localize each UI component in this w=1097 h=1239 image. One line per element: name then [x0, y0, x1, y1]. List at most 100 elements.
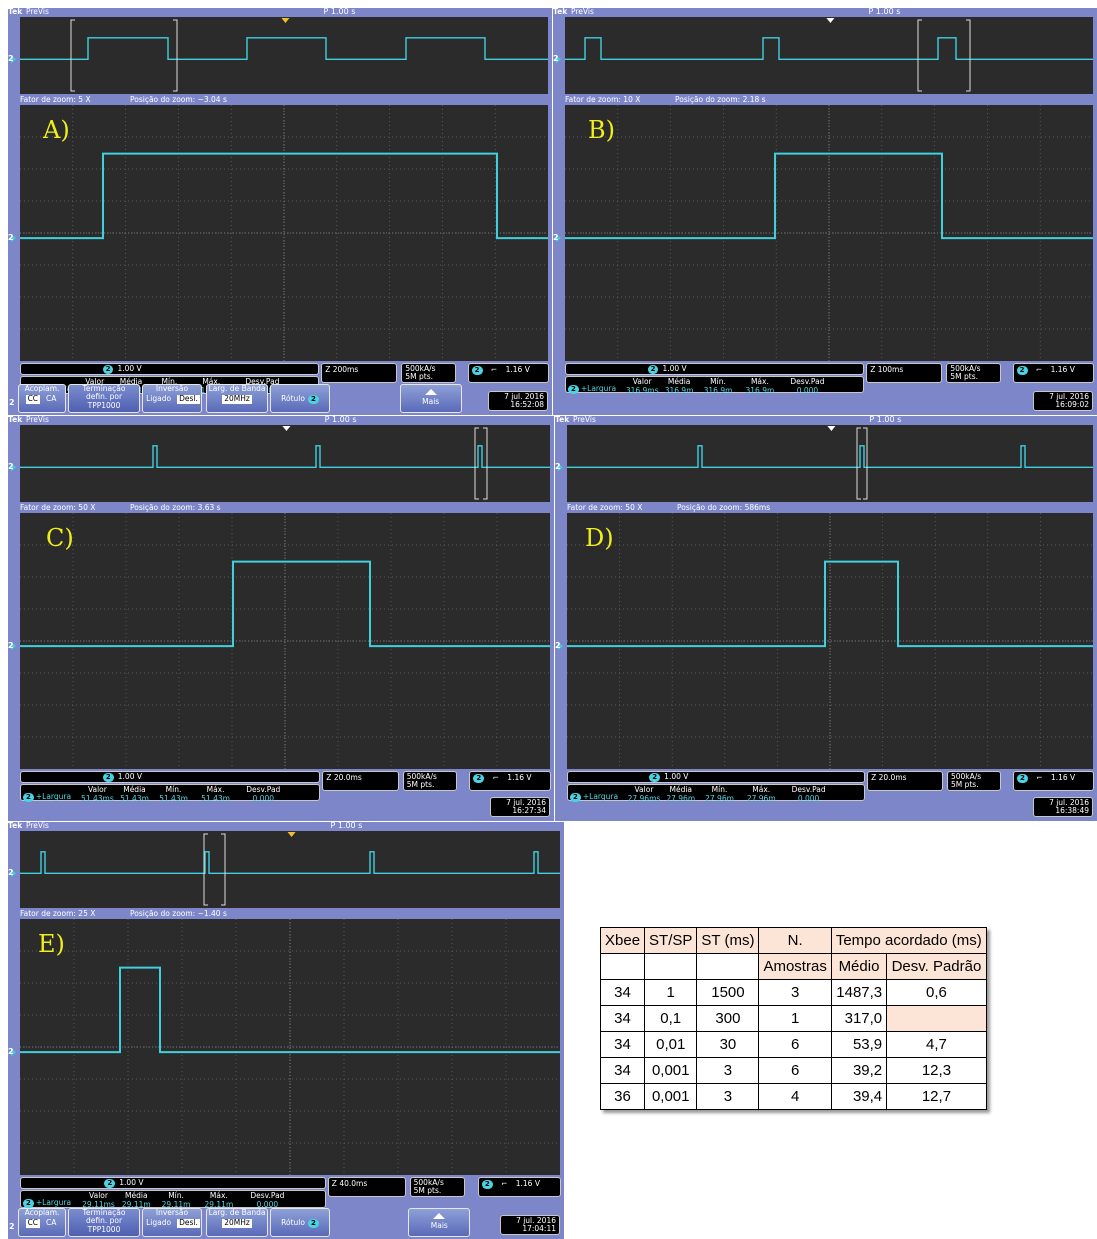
zoom-factor: Fator de zoom: 50 X: [20, 504, 95, 512]
channel-badge: 2: [647, 365, 659, 374]
record-length: 5M pts.: [950, 371, 978, 381]
opt-ca: CA: [46, 394, 57, 404]
channel-2-marker: 2: [555, 641, 561, 650]
meas-value: 29.11m: [204, 1199, 234, 1209]
mode-label: PreVis: [26, 416, 49, 424]
zoom-position-text: Posição do zoom: −3.04 s: [130, 95, 227, 104]
terminacao-button[interactable]: Terminação defin. por TPP1000: [68, 1208, 140, 1237]
cell-st: 30: [696, 1031, 760, 1058]
inversao-button[interactable]: Inversão Ligado Desl.: [142, 384, 202, 413]
col-tempo: Tempo acordado (ms): [830, 927, 987, 954]
meas-col-2: Mín. 316.9m: [704, 378, 733, 394]
time-text: 17:04:11: [522, 1223, 556, 1233]
trigger-readout[interactable]: 2 ⌐ 1.16 V: [1012, 363, 1095, 383]
inversao-button[interactable]: Inversão Ligado Desl.: [142, 1208, 202, 1237]
bandwidth-label: Larg. de Banda: [208, 1208, 266, 1217]
mais-button[interactable]: Mais: [408, 1208, 471, 1237]
trigger-readout[interactable]: 2 ⌐ 1.16 V: [469, 771, 552, 791]
rotulo-button[interactable]: Rótulo 2: [270, 1208, 330, 1237]
sample-readout[interactable]: 500kA/s 5M pts.: [946, 771, 1002, 791]
sample-readout[interactable]: 500kA/s 5M pts.: [402, 771, 458, 791]
acoplam-button[interactable]: Acoplam. CC CA: [18, 384, 66, 413]
col-st: ST (ms): [696, 927, 760, 954]
blank-cell: [599, 953, 646, 980]
panel-letter: E): [38, 932, 65, 956]
channel-badge: 2: [481, 1180, 493, 1189]
scale-readout[interactable]: 2 1.00 V: [20, 1177, 326, 1189]
period-label: P 1.00 s: [869, 8, 901, 16]
terminacao-button[interactable]: Terminação defin. por TPP1000: [68, 384, 140, 413]
acoplam-options[interactable]: CC CA: [19, 1218, 65, 1228]
datetime-readout: 7 jul. 2016 16:52:08: [488, 391, 548, 411]
scale-readout[interactable]: 2 1.00 V: [565, 363, 865, 375]
zoom-position: Posição do zoom: 3.63 s: [130, 504, 221, 512]
meas-header: Máx.: [752, 785, 771, 794]
cell-desv: 12,7: [886, 1083, 987, 1110]
channel-2-marker: 2: [9, 398, 15, 407]
meas-header: Valor: [632, 377, 652, 386]
scope-screen: [11, 17, 548, 361]
panel-letter-text: D): [585, 524, 614, 552]
cell-xbee: 36: [599, 1083, 646, 1110]
timebase-value: Z 40.0ms: [331, 1179, 368, 1188]
sample-readout[interactable]: 500kA/s 5M pts.: [401, 363, 456, 383]
scale-value: 1.00 V: [119, 1178, 144, 1187]
cell-st: 1500: [696, 979, 760, 1006]
opt-ligado: Ligado: [146, 1218, 172, 1228]
channel-2-marker: 2: [8, 462, 14, 471]
inversao-options[interactable]: Ligado Desl.: [143, 1218, 201, 1228]
meas-value: 29.11m: [121, 1199, 151, 1209]
brand-text: Tek: [555, 416, 570, 424]
meas-header: Máx.: [206, 785, 225, 794]
brand-label: Tek: [555, 416, 569, 424]
sample-readout[interactable]: 500kA/s 5M pts.: [409, 1177, 466, 1197]
mais-label: Mais: [422, 397, 440, 406]
cell-desv: 0,6: [886, 979, 987, 1006]
meas-value: 316.9m: [745, 385, 775, 395]
opt-desl: Desl.: [177, 1218, 200, 1228]
period-text: P 1.00 s: [868, 8, 901, 16]
timebase-readout[interactable]: Z 20.0ms: [867, 771, 943, 791]
mode-text: PreVis: [26, 822, 49, 830]
trigger-readout[interactable]: 2 ⌐ 1.16 V: [467, 363, 550, 383]
timebase-readout[interactable]: Z 20.0ms: [322, 771, 399, 791]
meas-col-3: Máx. 51.43m: [201, 786, 230, 802]
timebase-readout[interactable]: Z 40.0ms: [327, 1177, 406, 1197]
meas-header: Valor: [87, 785, 107, 794]
trigger-readout[interactable]: 2 ⌐ 1.16 V: [1012, 771, 1095, 791]
bandwidth-button[interactable]: Larg. de Banda 20MHz: [206, 1208, 268, 1237]
channel-2-marker: 2: [8, 54, 14, 63]
scale-readout[interactable]: 2 1.00 V: [20, 771, 321, 783]
bandwidth-button[interactable]: Larg. de Banda 20MHz: [206, 384, 268, 413]
bandwidth-val: 20MHz: [222, 394, 252, 404]
rotulo-button[interactable]: Rótulo 2: [270, 384, 330, 413]
zoom-position: Posição do zoom: 586ms: [677, 504, 770, 512]
channel-number: 2: [9, 398, 15, 407]
channel-number: 2: [8, 641, 14, 651]
measurement-panel: 2 +Largura Valor 316.9ms Média 316.9m Mín. 316.…: [565, 376, 865, 395]
meas-col-4: Desv.Pad0.000: [790, 378, 824, 394]
mais-button[interactable]: Mais: [399, 384, 462, 413]
trigger-readout[interactable]: 2 ⌐ 1.16 V: [477, 1177, 562, 1197]
acoplam-button[interactable]: Acoplam. CC CA: [18, 1208, 66, 1237]
trigger-level: 1.16 V: [1050, 773, 1076, 782]
zoom-position: Posição do zoom: −1.40 s: [130, 910, 227, 918]
cell-stsp: 0,01: [644, 1031, 698, 1058]
opt-desl: Desl.: [177, 394, 200, 404]
col-medio: Médio: [830, 953, 888, 980]
meas-col-0: Valor 27.96ms: [628, 786, 661, 802]
acoplam-options[interactable]: CC CA: [19, 394, 65, 404]
time-text: 16:09:02: [1055, 399, 1089, 409]
timebase-readout[interactable]: Z 200ms: [321, 363, 398, 383]
mode-label: PreVis: [26, 822, 49, 830]
timebase-readout[interactable]: Z 100ms: [866, 363, 943, 383]
zoom-position-text: Posição do zoom: −1.40 s: [130, 909, 227, 918]
timebase-value: Z 20.0ms: [871, 773, 907, 782]
cell-medio: 39,2: [830, 1057, 888, 1084]
inversao-options[interactable]: Ligado Desl.: [143, 394, 201, 404]
scale-readout[interactable]: 2 1.00 V: [567, 771, 866, 783]
meas-header: Máx.: [750, 377, 769, 386]
scale-readout[interactable]: 2 1.00 V: [20, 363, 320, 375]
sample-readout[interactable]: 500kA/s 5M pts.: [946, 363, 1001, 383]
channel-number: 2: [555, 641, 561, 651]
